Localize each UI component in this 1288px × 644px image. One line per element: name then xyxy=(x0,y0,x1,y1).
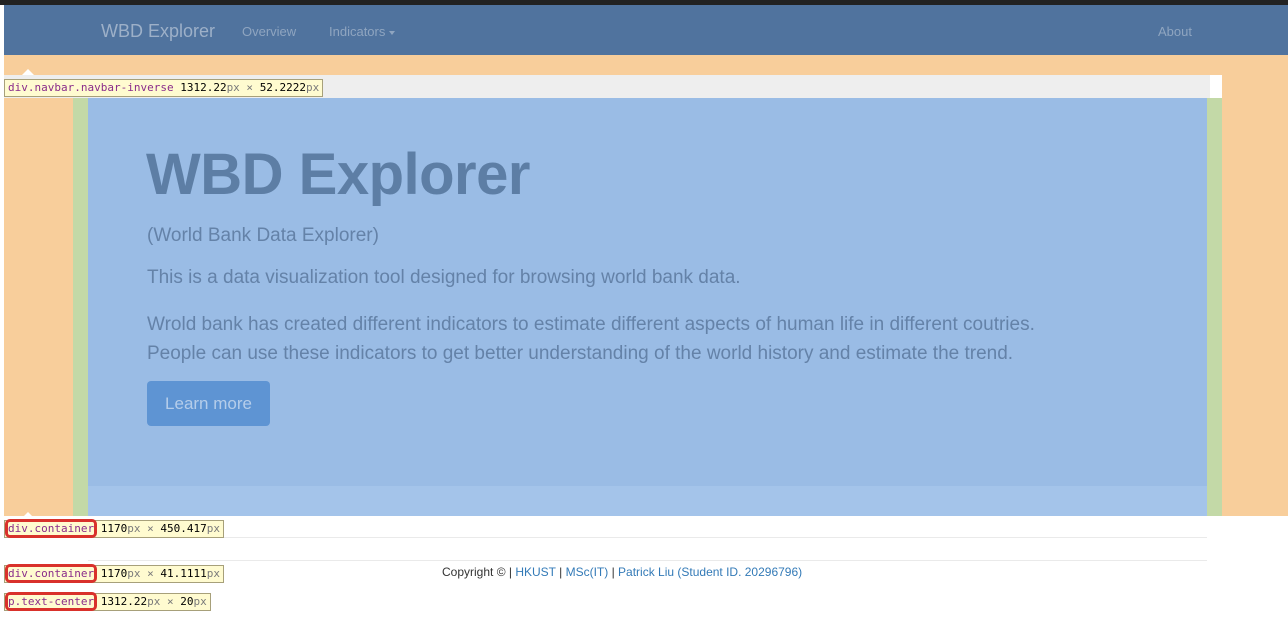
inspector-height: 20 xyxy=(180,595,194,608)
jumbotron-description: This is a data visualization tool design… xyxy=(147,267,741,288)
inspector-pointer-icon xyxy=(22,69,34,75)
learn-more-button[interactable]: Learn more xyxy=(147,381,270,426)
inspector-height: 450.417 xyxy=(160,522,207,535)
jumbotron-title: WBD Explorer xyxy=(146,142,530,207)
copyright-text: Copyright © | xyxy=(442,565,516,579)
inspector-pointer-icon xyxy=(22,512,34,518)
inspector-times: × xyxy=(239,81,260,94)
inspector-width: 1312.22 xyxy=(100,595,148,608)
inspector-height: 52.2222 xyxy=(259,81,307,94)
separator: | xyxy=(555,565,566,579)
jumbotron-paragraph-line-2: People can use these indicators to get b… xyxy=(147,343,1014,364)
inspector-unit: px xyxy=(127,567,141,580)
nav-indicators-label: Indicators xyxy=(329,24,386,39)
inspector-tag-container: div.container 1170px × 450.417px xyxy=(4,519,224,538)
jumbotron-paragraph-line-1: Wrold bank has created different indicat… xyxy=(147,314,1035,335)
inspector-times: × xyxy=(140,567,161,580)
inspector-unit: px xyxy=(147,595,161,608)
inspector-unit: px xyxy=(206,567,220,580)
navbar-margin-overlay xyxy=(4,55,1288,75)
msc-it-link[interactable]: MSc(IT) xyxy=(566,565,609,579)
page: WBD Explorer Overview Indicators About d… xyxy=(0,0,1288,644)
margin-overlay-left xyxy=(4,98,73,516)
nav-overview-link[interactable]: Overview xyxy=(242,24,296,39)
inspector-selector: div.container xyxy=(4,519,98,538)
divider xyxy=(88,537,1207,538)
inspector-times: × xyxy=(140,522,161,535)
hkust-link[interactable]: HKUST xyxy=(515,565,555,579)
inspector-width: 1312.22 xyxy=(180,81,227,94)
inspector-times: × xyxy=(160,595,181,608)
navbar: WBD Explorer Overview Indicators About xyxy=(4,5,1288,55)
separator: | xyxy=(608,565,619,579)
inspector-tag-text-center: p.text-center 1312.22px × 20px xyxy=(4,592,211,611)
inspector-selector: div.navbar.navbar-inverse xyxy=(8,81,174,94)
navbar-brand[interactable]: WBD Explorer xyxy=(101,21,215,42)
margin-overlay-right xyxy=(1222,98,1288,516)
inspector-unit: px xyxy=(306,81,320,94)
inspector-unit: px xyxy=(127,522,141,535)
inspector-unit: px xyxy=(193,595,207,608)
inspector-selector: p.text-center xyxy=(4,592,98,611)
author-link[interactable]: Patrick Liu (Student ID. 20296796) xyxy=(618,565,802,579)
jumbotron-subtitle: (World Bank Data Explorer) xyxy=(147,225,379,246)
footer-copyright: Copyright © | HKUST | MSc(IT) | Patrick … xyxy=(442,565,802,579)
inspector-tag-container: div.container 1170px × 41.1111px xyxy=(4,564,224,583)
inspector-height: 41.1111 xyxy=(160,567,207,580)
inspector-width: 1170 xyxy=(100,567,128,580)
nav-indicators-dropdown[interactable]: Indicators xyxy=(329,24,396,39)
inspector-width: 1170 xyxy=(100,522,128,535)
jumbotron-bottom-padding xyxy=(88,486,1207,516)
footer-divider xyxy=(88,560,1207,561)
inspector-unit: px xyxy=(226,81,240,94)
nav-about-link[interactable]: About xyxy=(1158,24,1192,39)
margin-overlay-right-top xyxy=(1222,75,1288,98)
inspector-unit: px xyxy=(206,522,220,535)
inspector-tag-navbar: div.navbar.navbar-inverse 1312.22px × 52… xyxy=(4,79,324,97)
caret-down-icon xyxy=(389,30,396,35)
padding-overlay-left xyxy=(73,98,88,516)
padding-overlay-right xyxy=(1207,98,1222,516)
inspector-selector: div.container xyxy=(4,564,98,583)
